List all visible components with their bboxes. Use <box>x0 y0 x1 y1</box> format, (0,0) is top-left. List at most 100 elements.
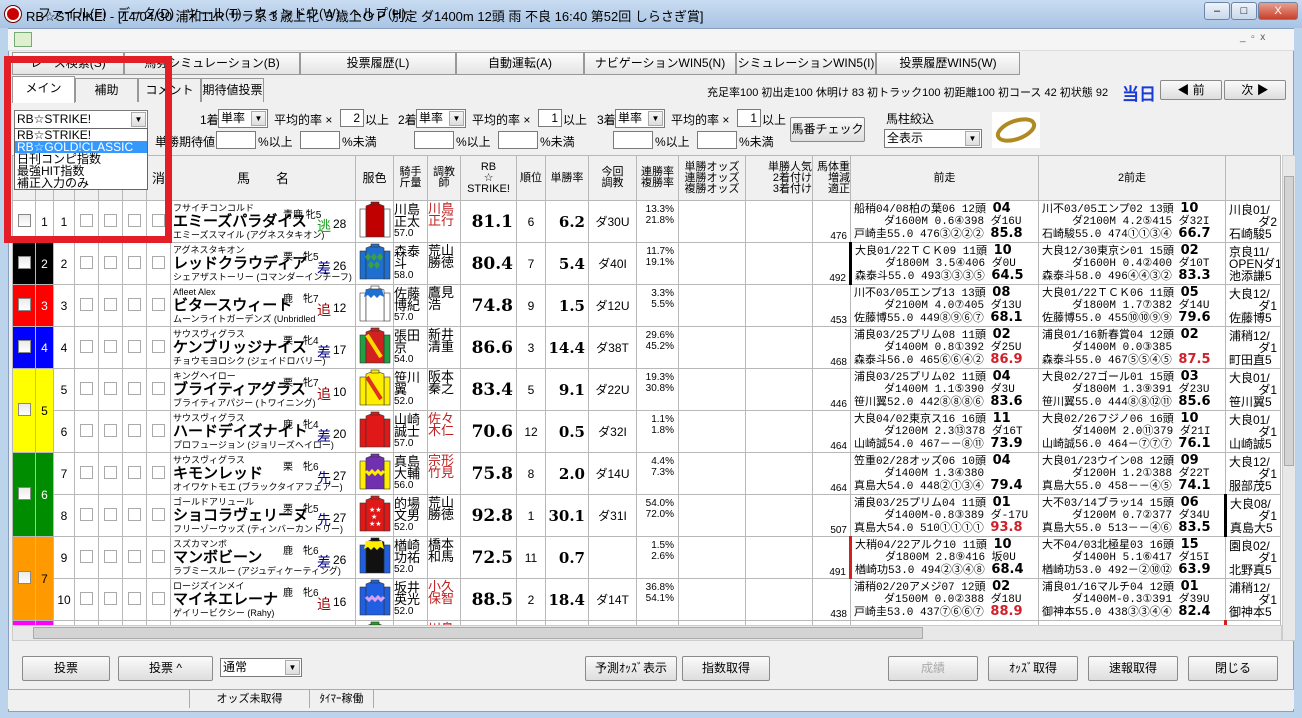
ev-max-input[interactable] <box>697 131 737 149</box>
mark-checkbox[interactable] <box>74 578 99 621</box>
tab-ev-vote[interactable]: 期待値投票 <box>201 78 264 102</box>
vote-button[interactable]: 投票 <box>22 656 110 681</box>
mark-checkbox[interactable] <box>98 368 123 411</box>
waku-check-cell[interactable] <box>12 536 36 621</box>
column-filter-select[interactable]: 全表示 ▼ <box>884 129 982 148</box>
get-flash-button[interactable]: 速報取得 <box>1088 656 1178 681</box>
mark-checkbox[interactable] <box>122 368 147 411</box>
index-dropdown-list[interactable]: RB☆STRIKE! RB☆GOLD!CLASSIC 日刊コンピ指数 最強HIT… <box>14 128 148 190</box>
maximize-button[interactable]: □ <box>1231 2 1257 20</box>
chevron-down-icon[interactable]: ▼ <box>131 112 146 127</box>
mark-checkbox[interactable] <box>74 242 99 285</box>
mdi-controls[interactable]: _ ▫ x <box>1240 32 1265 43</box>
scratch-checkbox[interactable] <box>146 368 171 411</box>
mark-checkbox[interactable] <box>122 326 147 369</box>
waku-check-cell[interactable] <box>12 242 36 285</box>
next-race-button[interactable]: 次 ▶ <box>1224 80 1286 100</box>
mark-checkbox[interactable] <box>98 536 123 579</box>
waku-checkbox[interactable] <box>17 255 31 269</box>
waku-check-cell[interactable] <box>12 284 36 327</box>
ev-min-input[interactable] <box>216 131 256 149</box>
scratch-checkbox[interactable] <box>146 242 171 285</box>
scratch-checkbox[interactable] <box>146 536 171 579</box>
close-window-button[interactable]: X <box>1258 2 1298 20</box>
chevron-down-icon[interactable]: ▼ <box>648 111 663 126</box>
horse-name-cell[interactable]: アグネスタキオン栗 牝5 レッドクラウディア シェアザストーリー (コマンダーインチ… <box>170 242 356 285</box>
mark-checkbox[interactable] <box>74 494 99 537</box>
waku-checkbox[interactable] <box>17 570 31 584</box>
tab-aux[interactable]: 補助 <box>75 78 138 102</box>
predicted-odds-button[interactable]: 予測ｵｯｽﾞ表示 <box>585 656 677 681</box>
scratch-checkbox[interactable] <box>146 200 171 243</box>
mark-checkbox[interactable] <box>122 410 147 453</box>
minimize-button[interactable]: – <box>1204 2 1230 20</box>
scratch-checkbox[interactable] <box>146 284 171 327</box>
vertical-scrollbar[interactable] <box>1282 155 1296 641</box>
horse-name-cell[interactable]: フサイチコンコルド 青鹿 牝5 エミーズパラダイス エミーズスマイル (アグネスタキオ… <box>170 200 356 243</box>
waku-check-cell[interactable] <box>12 368 36 453</box>
horse-name-cell[interactable]: サウスヴィグラス鹿 牝4 ハードデイズナイト プロフュージョン (ジョリーズヘイロー… <box>170 410 356 453</box>
horse-name-cell[interactable]: ゴールドアリュール栗 牝5 ショコラヴェリーヌ フリーゾーウッズ (ティンバーカント… <box>170 494 356 537</box>
scratch-checkbox[interactable] <box>146 410 171 453</box>
waku-check-cell[interactable] <box>12 200 36 243</box>
mark-checkbox[interactable] <box>122 494 147 537</box>
scratch-checkbox[interactable] <box>146 494 171 537</box>
mark-checkbox[interactable] <box>98 410 123 453</box>
waku-check-cell[interactable] <box>12 326 36 369</box>
mark-checkbox[interactable] <box>122 242 147 285</box>
results-button[interactable]: 成績 <box>888 656 978 681</box>
ev-max-input[interactable] <box>300 131 340 149</box>
chevron-down-icon[interactable]: ▼ <box>285 660 300 675</box>
scratch-checkbox[interactable] <box>146 326 171 369</box>
get-index-button[interactable]: 指数取得 <box>682 656 770 681</box>
menu-data[interactable]: データ(D) <box>117 3 174 22</box>
mark-checkbox[interactable] <box>122 200 147 243</box>
vote-mode-select[interactable]: 通常 ▼ <box>220 658 302 677</box>
vote-history-button[interactable]: 投票履歴(L) <box>300 52 456 75</box>
waku-checkbox[interactable] <box>17 339 31 353</box>
ev-min-input[interactable] <box>414 131 454 149</box>
mark-checkbox[interactable] <box>122 452 147 495</box>
mark-checkbox[interactable] <box>74 200 99 243</box>
navigation-win5-button[interactable]: ナビゲーションWIN5(N) <box>584 52 736 75</box>
mark-checkbox[interactable] <box>74 326 99 369</box>
mark-checkbox[interactable] <box>122 578 147 621</box>
multiplier-input[interactable]: 1 <box>538 109 562 127</box>
place-type-select[interactable]: 単率 ▼ <box>218 109 268 128</box>
horse-name-cell[interactable]: サウスヴィグラス栗 牝4 ケンブリッジナイス チョウモヨロシク (ジェイドロバリー)… <box>170 326 356 369</box>
scratch-checkbox[interactable] <box>146 452 171 495</box>
simulation-win5-button[interactable]: シミュレーションWIN5(I) <box>736 52 876 75</box>
ev-min-input[interactable] <box>613 131 653 149</box>
multiplier-input[interactable]: 1 <box>737 109 761 127</box>
multiplier-input[interactable]: 2 <box>340 109 364 127</box>
chevron-down-icon[interactable]: ▼ <box>449 111 464 126</box>
waku-checkbox[interactable] <box>17 402 31 416</box>
mark-checkbox[interactable] <box>74 368 99 411</box>
waku-checkbox[interactable] <box>17 213 31 227</box>
chevron-down-icon[interactable]: ▼ <box>965 131 980 146</box>
mark-checkbox[interactable] <box>98 242 123 285</box>
mark-checkbox[interactable] <box>98 200 123 243</box>
horse-name-cell[interactable]: Afleet Alex 鹿 牝7 ビタースウィート ムーンライトガーデンズ (Unbr… <box>170 284 356 327</box>
menu-help[interactable]: ヘルプ(H) <box>349 3 406 22</box>
tab-comment[interactable]: コメント <box>138 78 201 102</box>
waku-checkbox[interactable] <box>17 486 31 500</box>
close-button[interactable]: 閉じる <box>1188 656 1278 681</box>
place-type-select[interactable]: 単率 ▼ <box>416 109 466 128</box>
place-type-select[interactable]: 単率 ▼ <box>615 109 665 128</box>
vote-up-button[interactable]: 投票 ^ <box>118 656 213 681</box>
mark-checkbox[interactable] <box>98 578 123 621</box>
prev-race-button[interactable]: ◀ 前 <box>1160 80 1222 100</box>
waku-check-cell[interactable] <box>12 452 36 537</box>
horse-name-cell[interactable]: キングヘイロー栗 牝7 ブライティアグラス ブライティアパジー (トワイニング) 追 1… <box>170 368 356 411</box>
index-select[interactable]: RB☆STRIKE! ▼ <box>14 110 148 129</box>
mark-checkbox[interactable] <box>122 284 147 327</box>
mark-checkbox[interactable] <box>122 536 147 579</box>
menu-window[interactable]: ウィンドウ(W) <box>254 3 340 22</box>
horizontal-scrollbar[interactable] <box>12 625 1282 641</box>
mark-checkbox[interactable] <box>98 284 123 327</box>
chevron-down-icon[interactable]: ▼ <box>251 111 266 126</box>
mark-checkbox[interactable] <box>74 452 99 495</box>
auto-run-button[interactable]: 自動運転(A) <box>456 52 584 75</box>
waku-checkbox[interactable] <box>17 297 31 311</box>
